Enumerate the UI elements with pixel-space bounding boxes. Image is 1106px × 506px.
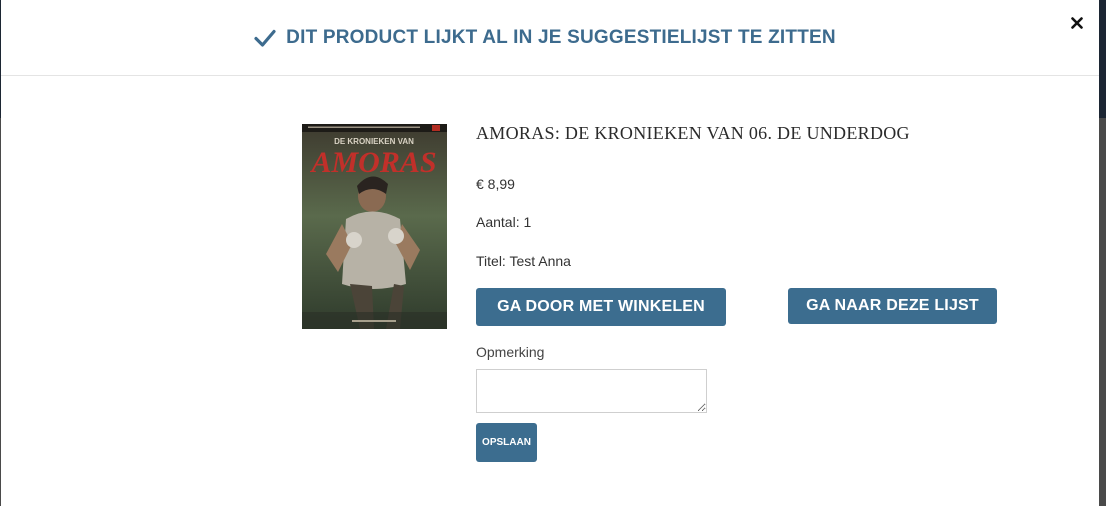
- save-remark-button[interactable]: OPSLAAN: [476, 423, 537, 462]
- product-title[interactable]: AMORAS: DE KRONIEKEN VAN 06. DE UNDERDOG: [476, 123, 910, 144]
- check-icon: [254, 27, 276, 49]
- suggestion-list-modal: DIT PRODUCT LIJKT AL IN JE SUGGESTIELIJS…: [1, 0, 1099, 506]
- cover-series-text: DE KRONIEKEN VAN: [334, 137, 414, 146]
- product-quantity: Aantal: 1: [476, 214, 532, 230]
- modal-header: DIT PRODUCT LIJKT AL IN JE SUGGESTIELIJS…: [1, 0, 1099, 76]
- remark-label: Opmerking: [476, 344, 545, 360]
- list-title: Titel: Test Anna: [476, 253, 571, 269]
- product-price: € 8,99: [476, 176, 515, 192]
- remark-textarea[interactable]: [476, 369, 707, 413]
- continue-shopping-button[interactable]: GA DOOR MET WINKELEN: [476, 288, 726, 326]
- go-to-list-button[interactable]: GA NAAR DEZE LIJST: [788, 288, 997, 324]
- product-cover-image[interactable]: DE KRONIEKEN VAN AMORAS: [302, 124, 447, 329]
- modal-title: DIT PRODUCT LIJKT AL IN JE SUGGESTIELIJS…: [286, 26, 836, 48]
- cover-logo-text: AMORAS: [309, 146, 436, 179]
- header-message: DIT PRODUCT LIJKT AL IN JE SUGGESTIELIJS…: [254, 27, 836, 49]
- close-icon[interactable]: [1069, 15, 1085, 31]
